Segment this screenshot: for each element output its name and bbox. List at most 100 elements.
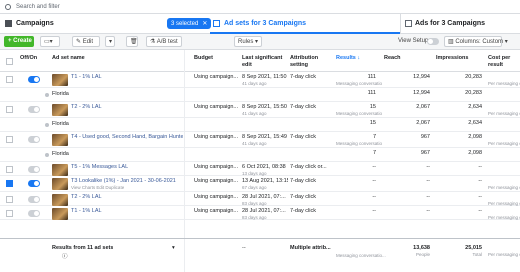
col-impressions[interactable]: Impressions: [436, 55, 468, 62]
col-offon[interactable]: Off/On: [20, 55, 37, 62]
reach-value: --: [426, 164, 430, 170]
last-edit-ago: 83 days ago: [242, 215, 267, 220]
adset-name[interactable]: T1 - 1% LAL: [71, 208, 183, 214]
columns-label: Columns: Custom: [455, 39, 504, 45]
adset-name[interactable]: T2 - 2% LAL: [71, 194, 183, 200]
selected-pill[interactable]: 3 selected ✕: [167, 18, 212, 29]
budget: Using campaign...: [194, 74, 239, 80]
row-toggle[interactable]: [28, 106, 40, 113]
more-dropdown[interactable]: ▾: [105, 36, 115, 47]
table-row[interactable]: Florida 15 2,067 2,634: [0, 118, 520, 132]
table-footer: Results from 11 ad sets ⓘ ▾ -- Multiple …: [0, 238, 520, 266]
impressions-value: 2,098: [468, 150, 482, 156]
table-row[interactable]: T2 - 2% LAL Using campaign... 8 Sep 2021, …: [0, 102, 520, 118]
table-row[interactable]: T1 - 1% LAL Using campaign... 8 Sep 2021, …: [0, 72, 520, 88]
table-row[interactable]: T5 - 1% Messages LAL Using campaign... 6 O…: [0, 162, 520, 176]
table-row[interactable]: T4 - Used good, Second Hand, Bargain Hun…: [0, 132, 520, 148]
table-header: Off/On Ad set name Budget Last significa…: [0, 50, 520, 72]
cost-per-result: Per messaging conversation: [488, 141, 520, 146]
rules-button[interactable]: Rules ▾: [234, 36, 262, 47]
row-checkbox[interactable]: [6, 76, 13, 83]
results-value: --: [372, 178, 376, 184]
row-toggle[interactable]: [28, 180, 40, 187]
attribution: 7-day click: [290, 134, 316, 140]
last-edit-ago: 41 days ago: [242, 81, 267, 86]
delete-button[interactable]: 🗑: [126, 36, 138, 47]
attribution: 7-day click: [290, 178, 316, 184]
attribution: 7-day click: [290, 208, 316, 214]
view-setup-toggle[interactable]: [427, 38, 439, 45]
info-icon: ⓘ: [62, 254, 68, 260]
tab-ads-label: Ads for 3 Campaigns: [415, 20, 486, 27]
last-edit: 28 Jul 2021, 07:...: [242, 208, 286, 214]
row-toggle[interactable]: [28, 166, 40, 173]
impressions-value: 2,634: [468, 104, 482, 110]
adset-thumbnail: [52, 74, 68, 86]
adset-name[interactable]: T5 - 1% Messages LAL: [71, 164, 183, 170]
last-edit-ago: 67 days ago: [242, 185, 267, 190]
col-results[interactable]: Results ↓: [336, 55, 360, 62]
footer-budget: --: [242, 245, 246, 251]
location-marker: [45, 93, 49, 97]
location-label: Florida: [52, 121, 69, 127]
select-all-checkbox[interactable]: [6, 58, 13, 65]
reach-value: 967: [420, 134, 430, 140]
row-checkbox[interactable]: [6, 106, 13, 113]
impressions-value: --: [478, 178, 482, 184]
footer-dropdown[interactable]: ▾: [172, 245, 175, 251]
tab-bar: Campaigns Ad sets for 3 Campaigns Ads fo…: [0, 14, 520, 34]
last-edit: 8 Sep 2021, 11:50: [242, 74, 287, 80]
row-toggle[interactable]: [28, 196, 40, 203]
adset-name[interactable]: T1 - 1% LAL: [71, 74, 183, 80]
tab-adsets[interactable]: Ad sets for 3 Campaigns: [210, 14, 400, 34]
adset-name[interactable]: T4 - Used good, Second Hand, Bargain Hun…: [71, 134, 183, 140]
columns-button[interactable]: ▥ Columns: Custom ▾: [444, 36, 508, 47]
col-attribution[interactable]: Attribution setting: [290, 55, 330, 69]
edit-button[interactable]: ✎ Edit: [72, 36, 100, 47]
row-toggle[interactable]: [28, 76, 40, 83]
table-row[interactable]: T2 - 2% LAL Using campaign... 28 Jul 2021,…: [0, 192, 520, 206]
ab-test-button[interactable]: ⚗ A/B test: [146, 36, 182, 47]
col-reach[interactable]: Reach: [384, 55, 401, 62]
table-row[interactable]: T1 - 1% LAL Using campaign... 28 Jul 2021,…: [0, 206, 520, 220]
footer-impressions: 25,015: [465, 245, 482, 251]
close-icon[interactable]: ✕: [202, 21, 207, 27]
results-value: --: [372, 208, 376, 214]
results-sub: Messaging conversatio...: [336, 111, 382, 116]
adset-thumbnail: [52, 134, 68, 146]
row-actions[interactable]: View Charts Edit Duplicate: [71, 185, 124, 190]
footer-results-sub: Messaging conversatio...: [336, 253, 386, 258]
table-row[interactable]: Florida 7 967 2,098: [0, 148, 520, 162]
col-last-edit[interactable]: Last significant edit: [242, 55, 287, 69]
col-budget[interactable]: Budget: [194, 55, 213, 62]
col-adset-name[interactable]: Ad set name: [52, 55, 85, 62]
footer-label: Results from 11 ad sets: [52, 245, 114, 251]
selected-pill-label: 3 selected: [171, 21, 199, 27]
row-checkbox[interactable]: [6, 166, 13, 173]
results-value: 15: [369, 120, 376, 126]
row-checkbox[interactable]: [6, 196, 13, 203]
row-checkbox[interactable]: [6, 210, 13, 217]
duplicate-button[interactable]: ▭▾: [40, 36, 60, 47]
reach-value: 12,994: [413, 74, 430, 80]
last-edit: 8 Sep 2021, 15:50: [242, 104, 287, 110]
table-row[interactable]: T3 Lookalike (1%) - Jan 2021 - 30-06-202…: [0, 176, 520, 192]
search-bar[interactable]: Search and filter: [0, 0, 520, 14]
attribution: 7-day click: [290, 74, 316, 80]
toolbar: + Create ▭▾ ✎ Edit ▾ 🗑 ⚗ A/B test Rules …: [0, 34, 520, 50]
adset-name[interactable]: T3 Lookalike (1%) - Jan 2021 - 30-06-202…: [71, 178, 183, 184]
row-checkbox[interactable]: [6, 180, 13, 187]
tab-ads[interactable]: Ads for 3 Campaigns: [400, 14, 520, 34]
row-checkbox[interactable]: [6, 136, 13, 143]
row-toggle[interactable]: [28, 136, 40, 143]
adset-name[interactable]: T2 - 2% LAL: [71, 104, 183, 110]
tab-campaigns[interactable]: Campaigns: [0, 14, 160, 34]
results-value: --: [372, 194, 376, 200]
ab-test-icon: ⚗: [150, 39, 157, 45]
col-cost-per-result[interactable]: Cost per result: [488, 55, 520, 69]
impressions-value: 20,283: [465, 90, 482, 96]
row-toggle[interactable]: [28, 210, 40, 217]
attribution: 7-day click: [290, 194, 316, 200]
create-button[interactable]: + Create: [4, 36, 34, 47]
table-row[interactable]: Florida 111 12,994 20,283: [0, 88, 520, 102]
